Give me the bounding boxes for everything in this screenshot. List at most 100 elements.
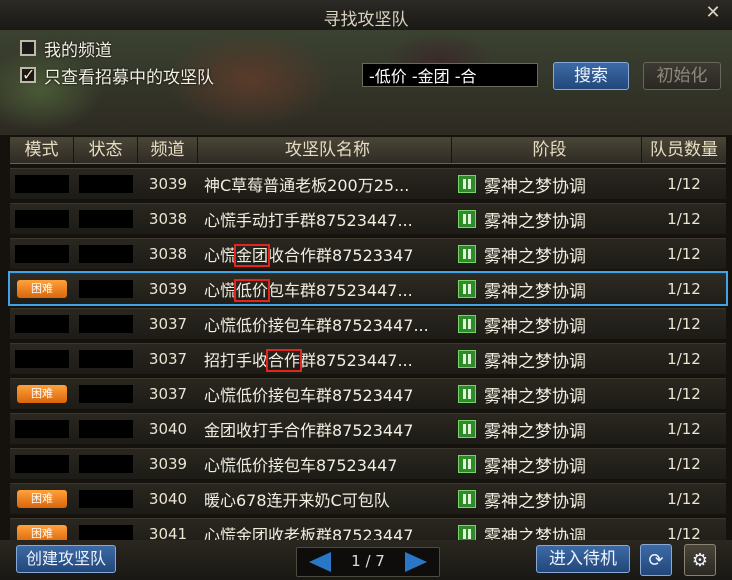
team-table: 模式 状态 频道 攻坚队名称 阶段 队员数量 3039 神C草莓普通老板200万2…	[8, 137, 728, 549]
team-name-cell: 心慌低价接包车87523447	[198, 449, 452, 479]
channel-cell: 3038	[148, 245, 188, 263]
table-row[interactable]: 3038 心慌手动打手群87523447... 雾神之梦协调 1/12	[10, 203, 726, 234]
header-status[interactable]: 状态	[74, 137, 138, 163]
team-name: 金团收打手合作群87523447	[204, 421, 414, 440]
my-channel-label: 我的频道	[44, 40, 112, 61]
enter-standby-button[interactable]: 进入待机	[536, 545, 630, 573]
team-name: 心慌手动打手群87523447...	[204, 211, 413, 230]
close-icon[interactable]: ✕	[704, 4, 722, 22]
header-stage[interactable]: 阶段	[452, 137, 642, 163]
member-count-cell: 1/12	[667, 455, 701, 473]
redacted-mode	[15, 245, 69, 263]
stage-cell: 雾神之梦协调	[452, 204, 642, 234]
mode-cell	[10, 449, 74, 479]
table-row[interactable]: 困难 3040 暖心678连开来奶C可包队 雾神之梦协调 1/12	[10, 483, 726, 514]
channel-cell: 3037	[148, 385, 188, 403]
window-title: 寻找攻坚队	[323, 10, 409, 30]
hard-badge: 困难	[17, 385, 67, 403]
stage-pause-icon	[458, 385, 476, 403]
mode-cell	[10, 239, 74, 269]
stage-pause-icon	[458, 490, 476, 508]
reset-button[interactable]: 初始化	[643, 62, 721, 90]
team-name-cell: 招打手收合作群87523447...	[198, 344, 452, 374]
stage-name: 雾神之梦协调	[484, 421, 586, 442]
keyword-highlight: 金团	[234, 244, 271, 267]
mode-cell	[10, 169, 74, 199]
team-name-cell: 心慌低价接包车群87523447	[198, 379, 452, 409]
create-team-button[interactable]: 创建攻坚队	[16, 545, 116, 573]
pagination: 1 / 7	[296, 547, 440, 577]
mode-cell	[10, 309, 74, 339]
stage-cell: 雾神之梦协调	[452, 414, 642, 444]
team-name-cell: 心慌低价包车群87523447...	[198, 274, 452, 304]
team-name-cell: 心慌金团收合作群87523347	[198, 239, 452, 269]
status-cell	[74, 309, 138, 339]
member-count-cell: 1/12	[667, 385, 701, 403]
status-cell	[74, 484, 138, 514]
member-count-cell: 1/12	[667, 245, 701, 263]
recruiting-only-checkbox[interactable]	[20, 65, 36, 84]
table-row[interactable]: 3038 心慌金团收合作群87523347 雾神之梦协调 1/12	[10, 238, 726, 269]
hard-badge: 困难	[17, 490, 67, 508]
table-row[interactable]: 3039 神C草莓普通老板200万25... 雾神之梦协调 1/12	[10, 168, 726, 199]
status-cell	[74, 449, 138, 479]
redacted-status	[79, 420, 133, 438]
table-row[interactable]: 3037 招打手收合作群87523447... 雾神之梦协调 1/12	[10, 343, 726, 374]
mode-cell	[10, 204, 74, 234]
prev-page-icon[interactable]	[309, 552, 331, 572]
redacted-mode	[15, 315, 69, 333]
header-mode[interactable]: 模式	[10, 137, 74, 163]
team-name-cell: 心慌手动打手群87523447...	[198, 204, 452, 234]
stage-pause-icon	[458, 350, 476, 368]
hard-badge: 困难	[17, 280, 67, 298]
status-cell	[74, 344, 138, 374]
stage-cell: 雾神之梦协调	[452, 239, 642, 269]
my-channel-checkbox[interactable]	[20, 40, 36, 56]
table-row[interactable]: 3040 金团收打手合作群87523447 雾神之梦协调 1/12	[10, 413, 726, 444]
mode-cell	[10, 344, 74, 374]
team-name: 心慌低价接包车87523447	[204, 456, 398, 475]
status-cell	[74, 204, 138, 234]
table-row[interactable]: 困难 3039 心慌低价包车群87523447... 雾神之梦协调 1/12	[8, 271, 728, 306]
channel-cell: 3037	[148, 315, 188, 333]
stage-cell: 雾神之梦协调	[452, 274, 642, 304]
stage-name: 雾神之梦协调	[484, 316, 586, 337]
keyword-highlight: 低价	[234, 279, 271, 302]
my-channel-filter[interactable]: 我的频道	[20, 37, 112, 61]
header-channel[interactable]: 频道	[138, 137, 198, 163]
status-cell	[74, 379, 138, 409]
status-cell	[74, 274, 138, 304]
redacted-status	[79, 245, 133, 263]
search-input[interactable]	[362, 63, 538, 87]
table-row[interactable]: 3039 心慌低价接包车87523447 雾神之梦协调 1/12	[10, 448, 726, 479]
team-name: 招打手收合作群87523447...	[204, 349, 413, 372]
redacted-mode	[15, 350, 69, 368]
table-row[interactable]: 困难 3037 心慌低价接包车群87523447 雾神之梦协调 1/12	[10, 378, 726, 409]
stage-pause-icon	[458, 175, 476, 193]
member-count-cell: 1/12	[667, 490, 701, 508]
next-page-icon[interactable]	[405, 552, 427, 572]
redacted-mode	[15, 175, 69, 193]
team-name: 心慌低价接包车群87523447...	[204, 316, 429, 335]
stage-name: 雾神之梦协调	[484, 351, 586, 372]
channel-cell: 3039	[148, 175, 188, 193]
search-button[interactable]: 搜索	[553, 62, 629, 90]
team-name-cell: 暖心678连开来奶C可包队	[198, 484, 452, 514]
table-body: 3039 神C草莓普通老板200万25... 雾神之梦协调 1/12 3038 心慌手动打…	[8, 168, 728, 549]
channel-cell: 3037	[148, 350, 188, 368]
header-count[interactable]: 队员数量	[642, 137, 726, 163]
table-row[interactable]: 3037 心慌低价接包车群87523447... 雾神之梦协调 1/12	[10, 308, 726, 339]
refresh-icon[interactable]: ⟳	[640, 544, 672, 576]
stage-pause-icon	[458, 455, 476, 473]
team-name-cell: 心慌低价接包车群87523447...	[198, 309, 452, 339]
stage-cell: 雾神之梦协调	[452, 344, 642, 374]
recruiting-only-filter[interactable]: 只查看招募中的攻坚队	[20, 64, 214, 88]
header-name[interactable]: 攻坚队名称	[198, 137, 452, 163]
team-name: 心慌低价接包车群87523447	[204, 386, 414, 405]
gear-icon[interactable]: ⚙	[684, 544, 716, 576]
mode-cell: 困难	[10, 274, 74, 304]
stage-pause-icon	[458, 245, 476, 263]
stage-name: 雾神之梦协调	[484, 491, 586, 512]
channel-cell: 3039	[148, 455, 188, 473]
stage-cell: 雾神之梦协调	[452, 169, 642, 199]
